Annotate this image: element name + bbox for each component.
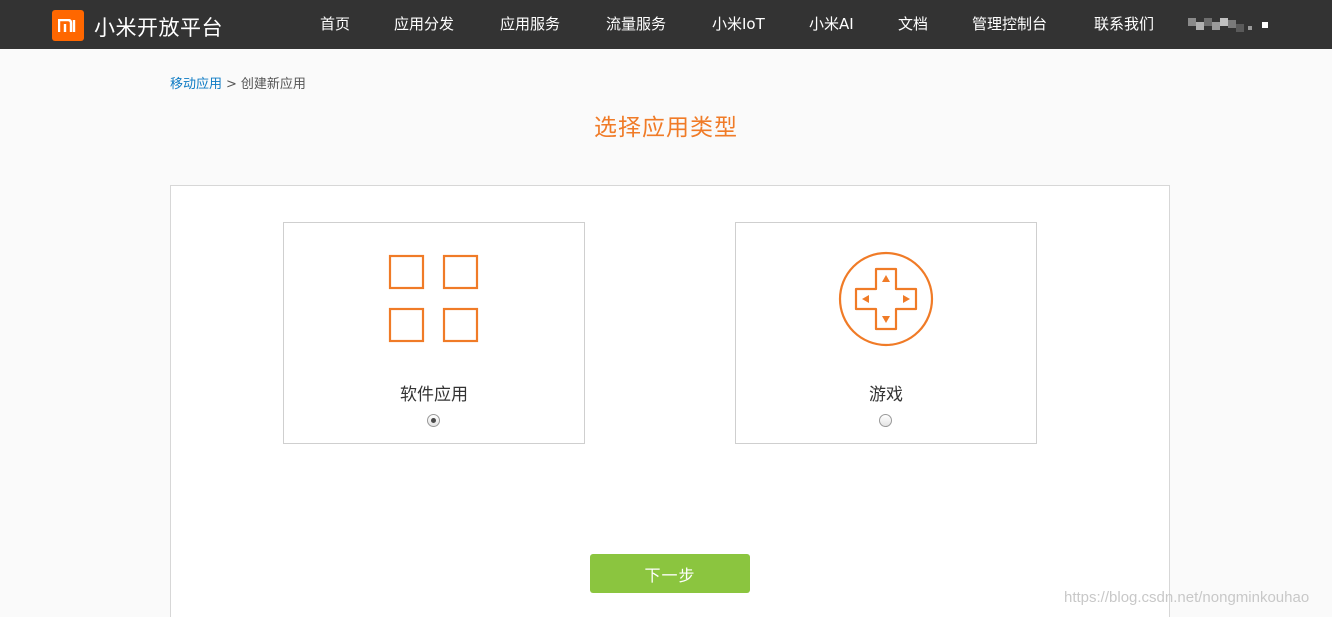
nav-app-distribution[interactable]: 应用分发 [394,0,454,49]
nav-contact[interactable]: 联系我们 [1094,0,1154,49]
next-step-button[interactable]: 下一步 [590,554,750,593]
nav-traffic-services[interactable]: 流量服务 [606,0,666,49]
option-card-game[interactable]: 游戏 [735,222,1037,444]
nav-app-services[interactable]: 应用服务 [500,0,560,49]
top-nav-bar: 小米开放平台 首页 应用分发 应用服务 流量服务 小米IoT 小米AI 文档 管… [0,0,1332,49]
option-label-game: 游戏 [869,385,903,405]
gamepad-icon [838,251,934,347]
option-label-software-app: 软件应用 [400,385,468,405]
nav-docs[interactable]: 文档 [898,0,928,49]
breadcrumb-mobile-apps-link[interactable]: 移动应用 [170,77,222,92]
breadcrumb: 移动应用 > 创建新应用 [170,73,306,92]
app-grid-icon [388,254,479,343]
page-title: 选择应用类型 [594,115,738,141]
radio-software-app[interactable] [427,414,440,427]
brand-name[interactable]: 小米开放平台 [94,12,223,42]
watermark: https://blog.csdn.net/nongminkouhao [1064,589,1310,606]
breadcrumb-current: 创建新应用 [240,77,306,92]
nav-console[interactable]: 管理控制台 [972,0,1047,49]
mi-logo-icon [58,19,76,32]
nav-home[interactable]: 首页 [320,0,350,49]
radio-game[interactable] [879,414,892,427]
user-avatar-blurred[interactable] [1188,16,1268,34]
mi-logo[interactable] [52,10,84,41]
nav-xiaomi-ai[interactable]: 小米AI [809,0,854,49]
breadcrumb-separator: > [226,77,237,92]
option-card-software-app[interactable]: 软件应用 [283,222,585,444]
nav-xiaomi-iot[interactable]: 小米IoT [712,0,765,49]
